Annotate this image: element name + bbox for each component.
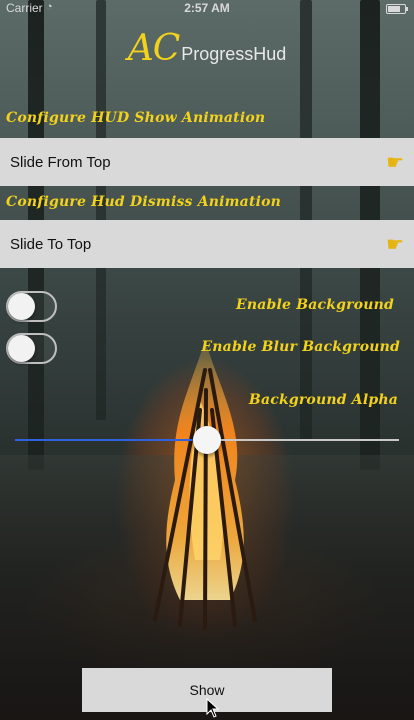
enable-blur-background-toggle[interactable]: [6, 333, 57, 364]
pointing-hand-icon: ☛: [386, 151, 404, 174]
battery-icon: [386, 4, 408, 14]
background-alpha-label: Background Alpha: [248, 392, 398, 408]
background-alpha-slider[interactable]: [15, 425, 399, 455]
campfire-background: [0, 0, 414, 720]
dismiss-animation-value: Slide To Top: [10, 235, 92, 253]
toggle-knob: [8, 335, 35, 362]
logo-ac: AC: [127, 28, 181, 69]
pointing-hand-icon: ☛: [386, 233, 404, 256]
app-screen: Carrier ◔ 2:57 AM AC ProgressHud Configur…: [0, 0, 414, 720]
toggle-knob: [8, 293, 35, 320]
status-bar: Carrier ◔ 2:57 AM: [0, 0, 414, 18]
clock: 2:57 AM: [184, 1, 230, 15]
dismiss-animation-selector[interactable]: Slide To Top ☛: [0, 220, 414, 268]
mouse-cursor-icon: [206, 698, 220, 718]
show-animation-value: Slide From Top: [10, 153, 111, 171]
show-animation-heading: Configure HUD Show Animation: [6, 110, 266, 126]
app-logo: AC ProgressHud: [0, 28, 414, 69]
slider-thumb[interactable]: [193, 426, 221, 454]
logo-progresshud: ProgressHud: [181, 44, 287, 64]
slider-fill: [15, 439, 207, 441]
enable-background-toggle[interactable]: [6, 291, 57, 322]
campfire-image: [153, 340, 257, 630]
enable-blur-background-label: Enable Blur Background: [201, 339, 400, 355]
dismiss-animation-heading: Configure Hud Dismiss Animation: [6, 194, 282, 210]
enable-background-label: Enable Background: [236, 297, 394, 313]
show-animation-selector[interactable]: Slide From Top ☛: [0, 138, 414, 186]
